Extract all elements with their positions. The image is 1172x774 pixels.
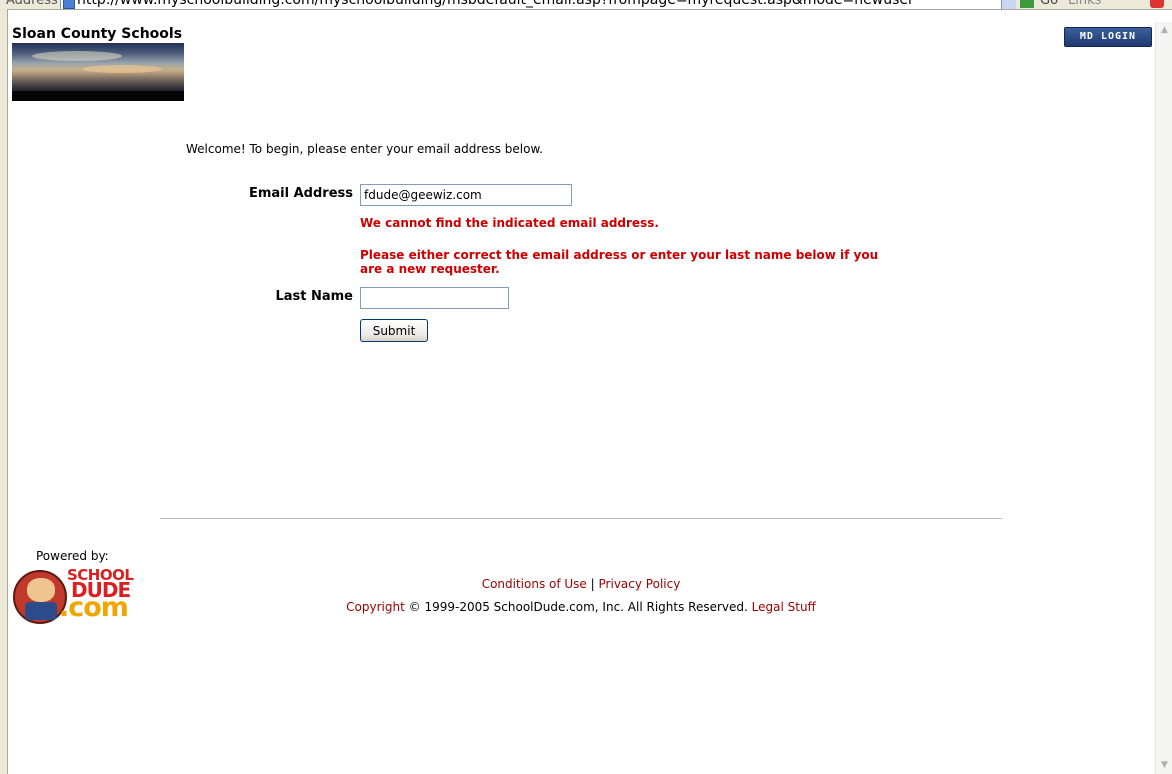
browser-window: Address http://www.myschoolbuilding.com/… xyxy=(0,0,1172,774)
go-button[interactable]: Go xyxy=(1040,0,1058,8)
conditions-of-use-link[interactable]: Conditions of Use xyxy=(482,577,587,591)
address-bar: Address http://www.myschoolbuilding.com/… xyxy=(0,0,1172,10)
scroll-down-arrow-icon[interactable]: ▼ xyxy=(1156,757,1172,774)
powered-by-label: Powered by: xyxy=(36,549,109,563)
footer-separator: | xyxy=(590,577,595,591)
privacy-policy-link[interactable]: Privacy Policy xyxy=(599,577,681,591)
footer-divider xyxy=(160,518,1002,519)
links-button[interactable]: Links xyxy=(1068,0,1101,8)
window-left-edge xyxy=(0,9,8,774)
address-url[interactable]: http://www.myschoolbuilding.com/myschool… xyxy=(77,0,914,8)
sunset-banner-image xyxy=(12,43,184,101)
error-instructions: Please either correct the email address … xyxy=(360,248,879,276)
page-icon xyxy=(63,0,75,9)
footer-links: Conditions of Use | Privacy Policy xyxy=(160,577,1002,591)
site-title: Sloan County Schools xyxy=(12,26,183,42)
email-input[interactable] xyxy=(360,184,572,206)
welcome-text: Welcome! To begin, please enter your ema… xyxy=(186,142,543,156)
last-name-label: Last Name xyxy=(275,289,353,304)
vertical-scrollbar[interactable]: ▲ ▼ xyxy=(1155,22,1172,774)
footer-copyright: Copyright © 1999-2005 SchoolDude.com, In… xyxy=(160,600,1002,614)
error-not-found: We cannot find the indicated email addre… xyxy=(360,216,659,230)
browser-menu-icon[interactable] xyxy=(1150,0,1164,8)
scroll-up-arrow-icon[interactable]: ▲ xyxy=(1156,22,1172,39)
logo-com-text: .com xyxy=(59,592,129,623)
submit-button[interactable]: Submit xyxy=(360,319,428,342)
copyright-link[interactable]: Copyright xyxy=(346,600,405,614)
address-label: Address xyxy=(6,0,58,8)
md-login-button[interactable]: MD LOGIN xyxy=(1064,27,1152,47)
address-dropdown-icon[interactable] xyxy=(1002,0,1016,9)
schooldude-logo[interactable]: SCHOOL DUDE .com xyxy=(11,564,145,624)
address-field[interactable]: http://www.myschoolbuilding.com/myschool… xyxy=(60,0,1002,9)
email-label: Email Address xyxy=(248,186,353,201)
last-name-input[interactable] xyxy=(360,287,509,309)
go-arrow-icon[interactable] xyxy=(1020,0,1034,8)
legal-stuff-link[interactable]: Legal Stuff xyxy=(752,600,816,614)
copyright-text: © 1999-2005 SchoolDude.com, Inc. All Rig… xyxy=(408,600,748,614)
